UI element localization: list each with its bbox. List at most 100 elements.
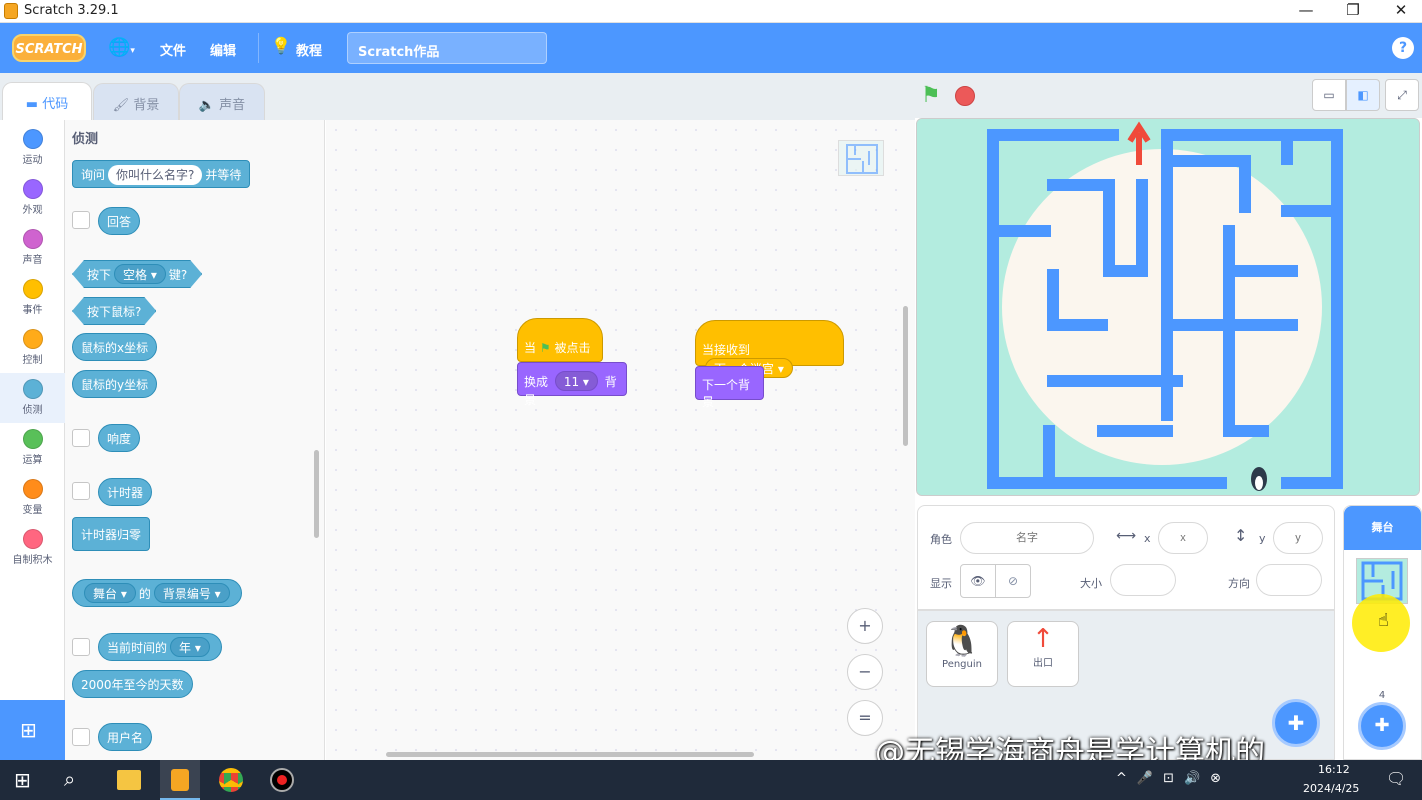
tab-backdrops[interactable]: 🖌 背景 [93, 83, 179, 121]
checkbox-loudness[interactable] [72, 429, 90, 447]
x-position-field[interactable] [1158, 522, 1208, 554]
sprite-tile-penguin[interactable]: 🐧 Penguin [926, 621, 998, 687]
category-operators[interactable]: 运算 [0, 423, 65, 473]
stage-backdrop-tile[interactable]: ☝ 4 [1350, 554, 1414, 701]
small-stage-button[interactable]: ▭ [1312, 79, 1346, 111]
menu-edit[interactable]: 编辑 [210, 40, 236, 59]
category-control[interactable]: 控制 [0, 323, 65, 373]
zoom-out-button[interactable]: − [847, 654, 883, 690]
globe-icon[interactable]: 🌐▾ [108, 37, 135, 58]
minimize-button[interactable]: — [1283, 0, 1329, 22]
tab-code[interactable]: ▬ 代码 [2, 82, 92, 121]
block-dropdown[interactable]: 舞台 ▾ [84, 583, 136, 603]
tab-sounds[interactable]: 🔈 声音 [179, 83, 265, 121]
chrome-icon[interactable] [219, 768, 243, 792]
add-extension-button[interactable]: ⊞ [0, 700, 65, 760]
sensing-dot-icon [22, 379, 43, 399]
sprite-tile-exit[interactable]: ↑ 出口 [1007, 621, 1079, 687]
zoom-in-button[interactable]: + [847, 608, 883, 644]
restore-button[interactable]: ❐ [1330, 0, 1376, 22]
block-dropdown[interactable]: 年 ▾ [170, 637, 210, 657]
block-when-flag-clicked[interactable]: 当 ⚑ 被点击 [517, 318, 603, 362]
block-text: 按下 [87, 268, 112, 282]
block-answer[interactable]: 回答 [98, 207, 141, 235]
checkbox-username[interactable] [72, 728, 90, 746]
add-sprite-button[interactable]: ✚ [1272, 699, 1320, 747]
block-dropdown[interactable]: 背景编号 ▾ [153, 583, 230, 603]
checkbox-answer[interactable] [72, 211, 90, 229]
category-events[interactable]: 事件 [0, 273, 65, 323]
clock-date[interactable]: 2024/4/25 [1303, 782, 1359, 795]
block-next-backdrop[interactable]: 下一个背景 [695, 366, 764, 409]
sprite-thumbnail-watermark [838, 140, 884, 176]
backdrop-dropdown[interactable]: 11 ▾ [554, 371, 598, 391]
checkbox-timer[interactable] [72, 482, 90, 500]
notifications-icon[interactable]: 🗨 [1386, 769, 1406, 788]
system-tray-icons[interactable]: ^🎤⊡🔊⊗ [1116, 771, 1231, 786]
category-variables[interactable]: 变量 [0, 473, 65, 523]
stage-canvas[interactable] [916, 118, 1420, 496]
workspace-hscrollbar[interactable] [386, 752, 754, 757]
block-loudness[interactable]: 响度 [98, 424, 141, 452]
hide-sprite-button[interactable]: ⊘ [995, 564, 1031, 598]
help-icon[interactable]: ? [1392, 37, 1414, 59]
show-sprite-button[interactable]: 👁 [960, 564, 996, 598]
block-username[interactable]: 用户名 [98, 723, 153, 751]
add-backdrop-button[interactable]: ✚ [1358, 702, 1406, 750]
scratch-logo[interactable]: SCRATCH [12, 34, 86, 62]
block-mouse-down[interactable]: 按下鼠标? [72, 297, 156, 325]
checkbox-current[interactable] [72, 638, 90, 656]
green-flag-button[interactable]: ⚑ [921, 83, 941, 108]
fullscreen-button[interactable]: ⤢ [1385, 79, 1419, 111]
motion-dot-icon [22, 129, 43, 149]
direction-field[interactable] [1256, 564, 1322, 596]
code-workspace[interactable]: 当 ⚑ 被点击 换成 11 ▾ 背景 当接收到 下一个迷宫 ▾ 下一个背景 + … [326, 120, 915, 760]
block-key-pressed[interactable]: 按下 空格 ▾ 键? [72, 260, 202, 288]
category-looks[interactable]: 外观 [0, 173, 65, 223]
stage-pane: 舞台 ☝ 4 ✚ [1343, 505, 1422, 760]
x-label: x [1144, 532, 1151, 545]
block-of[interactable]: 舞台 ▾ 的背景编号 ▾ [72, 579, 242, 607]
size-field[interactable] [1110, 564, 1176, 596]
sprite-name-field[interactable] [960, 522, 1094, 554]
windows-start-icon[interactable]: ⊞ [14, 768, 31, 792]
menu-file[interactable]: 文件 [160, 40, 186, 59]
block-input[interactable]: 你叫什么名字? [108, 165, 203, 185]
y-position-field[interactable] [1273, 522, 1323, 554]
block-mouse-x[interactable]: 鼠标的x坐标 [72, 333, 158, 361]
search-icon[interactable]: ⌕ [64, 767, 75, 791]
tab-backdrops-label: 背景 [133, 98, 160, 113]
block-dropdown[interactable]: 空格 ▾ [114, 264, 166, 284]
size-label: 大小 [1080, 577, 1102, 590]
tab-code-label: 代码 [42, 97, 69, 112]
workspace-vscrollbar[interactable] [903, 306, 908, 446]
block-switch-backdrop[interactable]: 换成 11 ▾ 背景 [517, 362, 627, 407]
close-button[interactable]: ✕ [1378, 0, 1422, 22]
category-label: 声音 [22, 255, 43, 266]
recorder-icon[interactable] [270, 768, 294, 792]
large-stage-button[interactable]: ◧ [1346, 79, 1380, 111]
palette-scrollbar[interactable] [314, 450, 319, 538]
block-ask-and-wait[interactable]: 询问 你叫什么名字? 并等待 [72, 160, 251, 188]
category-sound[interactable]: 声音 [0, 223, 65, 273]
clock-time[interactable]: 16:12 [1318, 763, 1350, 776]
menu-tutorials[interactable]: 教程 [296, 40, 322, 59]
block-when-receive[interactable]: 当接收到 下一个迷宫 ▾ [695, 320, 844, 378]
block-text: 询问 [81, 168, 106, 182]
lightbulb-icon[interactable]: 💡 [271, 36, 291, 55]
file-explorer-icon[interactable] [117, 770, 141, 790]
my-blocks-dot-icon [22, 529, 43, 549]
eye-icon: 👁 [970, 574, 986, 588]
block-days-since-2000[interactable]: 2000年至今的天数 [72, 670, 193, 698]
block-current-time[interactable]: 当前时间的年 ▾ [98, 633, 222, 661]
block-mouse-y[interactable]: 鼠标的y坐标 [72, 370, 158, 398]
category-my-blocks[interactable]: 自制积木 [0, 523, 65, 573]
block-timer[interactable]: 计时器 [98, 478, 153, 506]
category-sensing[interactable]: 侦测 [0, 373, 65, 423]
block-reset-timer[interactable]: 计时器归零 [72, 517, 151, 551]
stop-button[interactable] [955, 86, 975, 106]
brush-icon: 🖌 [112, 98, 130, 113]
scratch-taskbar-button[interactable] [160, 760, 200, 800]
project-title-input[interactable]: Scratch作品 [347, 32, 547, 64]
category-motion[interactable]: 运动 [0, 123, 65, 173]
